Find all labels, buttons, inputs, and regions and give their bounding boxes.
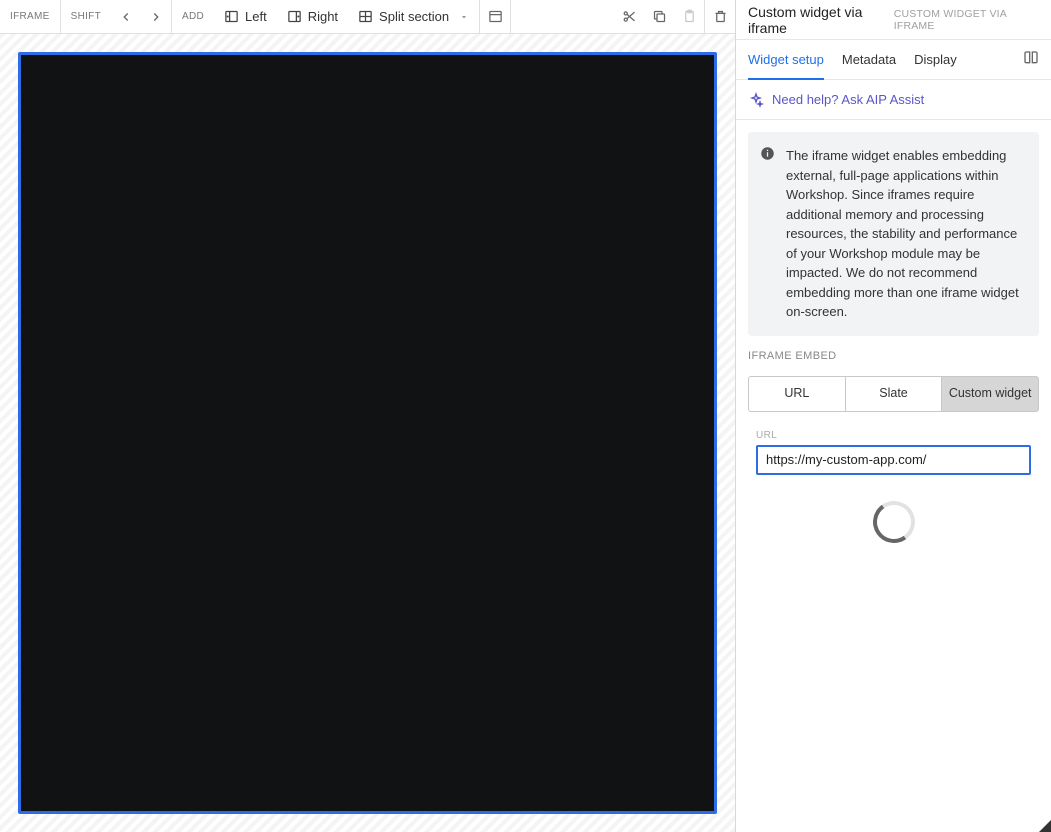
- url-field-label: URL: [756, 430, 1031, 441]
- iframe-preview[interactable]: [18, 52, 717, 814]
- scissors-icon: [622, 9, 637, 24]
- docs-button[interactable]: [1023, 50, 1039, 69]
- aip-assist-row[interactable]: Need help? Ask AIP Assist: [736, 80, 1051, 120]
- chevron-down-icon: [459, 12, 469, 22]
- shift-left-button[interactable]: [111, 0, 141, 33]
- url-input[interactable]: [756, 445, 1031, 475]
- delete-button[interactable]: [705, 0, 735, 33]
- add-left-button[interactable]: Left: [214, 0, 277, 33]
- url-field-block: URL: [748, 426, 1039, 479]
- canvas-wrap: [0, 34, 735, 832]
- insert-left-icon: [224, 9, 239, 24]
- book-icon: [1023, 50, 1039, 66]
- panel-subtitle: CUSTOM WIDGET VIA IFRAME: [894, 8, 1039, 32]
- copy-button[interactable]: [644, 0, 674, 33]
- arrow-left-icon: [119, 10, 133, 24]
- info-icon: [760, 146, 775, 167]
- split-section-button[interactable]: Split section: [348, 0, 479, 33]
- panel-title: Custom widget via iframe: [748, 4, 894, 36]
- toolbar-spacer: [511, 0, 614, 33]
- edit-group: [614, 0, 704, 33]
- shift-right-button[interactable]: [141, 0, 171, 33]
- embed-option-url[interactable]: URL: [748, 376, 846, 412]
- cut-button[interactable]: [614, 0, 644, 33]
- app-root: IFRAME SHIFT ADD Left Right: [0, 0, 1051, 832]
- iframe-info-text: The iframe widget enables embedding exte…: [786, 148, 1019, 319]
- copy-icon: [652, 9, 667, 24]
- add-label: ADD: [172, 11, 214, 22]
- sparkle-icon: [748, 92, 764, 108]
- resize-handle[interactable]: [1039, 820, 1051, 832]
- spinner-wrap: [748, 501, 1039, 543]
- aip-assist-label: Need help? Ask AIP Assist: [772, 92, 924, 107]
- panel-body: The iframe widget enables embedding exte…: [736, 120, 1051, 555]
- add-left-label: Left: [245, 9, 267, 24]
- loading-spinner-icon: [869, 497, 918, 546]
- delete-group: [704, 0, 735, 33]
- arrow-right-icon: [149, 10, 163, 24]
- iframe-label: IFRAME: [0, 11, 60, 22]
- embed-option-custom-widget[interactable]: Custom widget: [942, 376, 1039, 412]
- insert-right-icon: [287, 9, 302, 24]
- embed-type-segment: URL Slate Custom widget: [748, 376, 1039, 412]
- iframe-info-box: The iframe widget enables embedding exte…: [748, 132, 1039, 336]
- tab-widget-setup[interactable]: Widget setup: [748, 40, 824, 79]
- add-group: ADD Left Right Split section: [172, 0, 480, 33]
- shift-group: SHIFT: [61, 0, 172, 33]
- shift-label: SHIFT: [61, 11, 111, 22]
- tab-metadata[interactable]: Metadata: [842, 40, 896, 79]
- layout-icon: [488, 9, 503, 24]
- add-right-button[interactable]: Right: [277, 0, 348, 33]
- left-column: IFRAME SHIFT ADD Left Right: [0, 0, 735, 832]
- toolbar: IFRAME SHIFT ADD Left Right: [0, 0, 735, 34]
- panel-header: Custom widget via iframe CUSTOM WIDGET V…: [736, 0, 1051, 40]
- add-right-label: Right: [308, 9, 338, 24]
- split-icon: [358, 9, 373, 24]
- right-panel: Custom widget via iframe CUSTOM WIDGET V…: [735, 0, 1051, 832]
- layout-button[interactable]: [480, 0, 510, 33]
- paste-button[interactable]: [674, 0, 704, 33]
- iframe-group: IFRAME: [0, 0, 61, 33]
- split-section-label: Split section: [379, 9, 449, 24]
- panel-tabs: Widget setup Metadata Display: [736, 40, 1051, 80]
- iframe-embed-label: IFRAME EMBED: [748, 350, 1039, 362]
- layout-group: [480, 0, 511, 33]
- tab-display[interactable]: Display: [914, 40, 957, 79]
- embed-option-slate[interactable]: Slate: [846, 376, 943, 412]
- clipboard-icon: [682, 9, 697, 24]
- trash-icon: [713, 9, 728, 24]
